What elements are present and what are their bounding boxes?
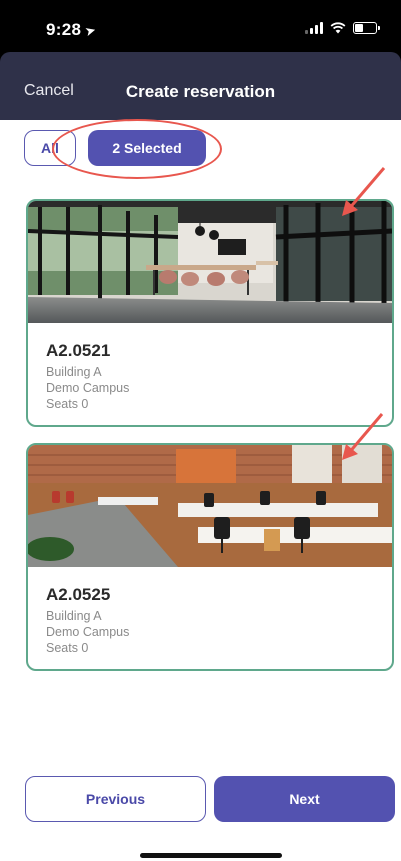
- status-icons: [305, 22, 380, 34]
- next-button[interactable]: Next: [214, 776, 395, 822]
- filter-all-chip[interactable]: All: [24, 130, 76, 166]
- cellular-signal-icon: [305, 22, 323, 34]
- location-arrow-icon: ➤: [83, 21, 99, 40]
- room-name: A2.0525: [46, 585, 111, 604]
- room-building: Building A: [46, 365, 102, 379]
- battery-fill: [355, 24, 363, 32]
- wifi-icon: [330, 22, 346, 34]
- room-card[interactable]: A2.0525 Building A Demo Campus Seats 0: [26, 443, 394, 671]
- room-campus: Demo Campus: [46, 381, 130, 395]
- filter-selected-chip[interactable]: 2 Selected: [88, 130, 206, 166]
- room-seats: Seats 0: [46, 397, 89, 411]
- header: Cancel Create reservation: [0, 52, 401, 120]
- page-title: Create reservation: [125, 82, 276, 101]
- room-name: A2.0521: [46, 341, 111, 360]
- previous-button[interactable]: Previous: [25, 776, 206, 822]
- room-card[interactable]: A2.0521 Building A Demo Campus Seats 0: [26, 199, 394, 427]
- status-time: 9:28 ➤: [46, 20, 99, 40]
- status-bar: 9:28 ➤: [0, 0, 401, 52]
- home-indicator[interactable]: [140, 853, 282, 858]
- room-building: Building A: [46, 609, 102, 623]
- open-office-lounge-photo: [28, 201, 392, 323]
- room-seats: Seats 0: [46, 641, 89, 655]
- battery-icon: [353, 22, 380, 34]
- status-time-text: 9:28: [46, 20, 82, 39]
- room-campus: Demo Campus: [46, 625, 130, 639]
- open-office-desks-photo: [28, 445, 392, 567]
